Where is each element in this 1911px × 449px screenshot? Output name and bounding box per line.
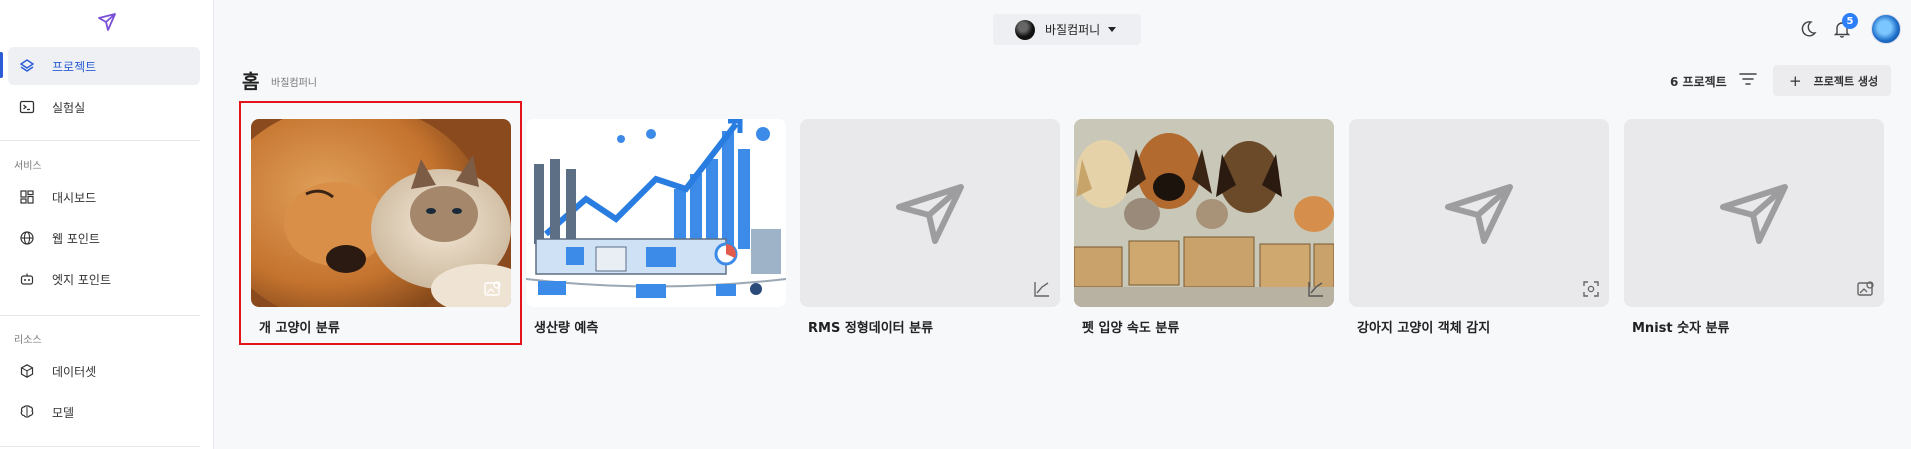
sidebar-item-label: 대시보드 <box>52 190 97 205</box>
page-title: 홈 <box>242 71 260 93</box>
sidebar-item-web-point[interactable]: 웹 포인트 <box>8 219 200 257</box>
project-title: 강아지 고양이 객체 감지 <box>1357 321 1491 336</box>
sidebar-item-dashboard[interactable]: 대시보드 <box>8 178 200 216</box>
pets-adoption-photo <box>1074 119 1334 307</box>
sidebar-item-dataset[interactable]: 데이터셋 <box>8 352 200 390</box>
project-card[interactable]: 생산량 예측 <box>526 119 786 336</box>
project-count: 6 프로젝트 <box>1670 75 1727 89</box>
workspace-avatar <box>1015 19 1035 40</box>
project-thumbnail[interactable] <box>1074 119 1334 307</box>
sidebar-item-label: 모델 <box>52 405 75 420</box>
project-card[interactable]: 강아지 고양이 객체 감지 <box>1349 119 1609 336</box>
object-detection-icon <box>1583 281 1599 297</box>
project-card[interactable]: Mnist 숫자 분류 <box>1624 119 1884 336</box>
create-project-label: 프로젝트 생성 <box>1813 74 1879 88</box>
plus-icon: + <box>1789 71 1802 90</box>
section-label-resources: 리소스 <box>14 335 42 346</box>
project-title: Mnist 숫자 분류 <box>1632 321 1730 336</box>
robot-icon <box>18 270 36 288</box>
terminal-icon <box>18 98 36 116</box>
sidebar-item-label: 데이터셋 <box>52 364 97 379</box>
page-subtitle: 바질컴퍼니 <box>271 78 317 89</box>
sidebar-divider <box>0 446 200 447</box>
section-label-services: 서비스 <box>14 161 42 172</box>
dashboard-icon <box>18 188 36 206</box>
create-project-button[interactable]: + 프로젝트 생성 <box>1773 65 1891 96</box>
sidebar-item-projects[interactable]: 프로젝트 <box>8 47 200 85</box>
sidebar-item-lab[interactable]: 실험실 <box>8 88 200 126</box>
selection-highlight <box>239 101 522 345</box>
sidebar-item-label: 웹 포인트 <box>52 231 100 246</box>
line-chart-icon <box>1308 282 1323 297</box>
project-thumbnail[interactable] <box>1349 119 1609 307</box>
project-card[interactable]: 펫 입양 속도 분류 <box>1074 119 1334 336</box>
globe-icon <box>18 229 36 247</box>
project-title: 생산량 예측 <box>534 321 599 336</box>
moon-icon[interactable] <box>1797 18 1819 40</box>
sidebar-divider <box>0 140 200 141</box>
workspace-selector[interactable]: 바질컴퍼니 <box>993 14 1141 45</box>
app-root: 프로젝트 실험실 서비스 대시보드 웹 포인트 엣지 포인트 리소스 데이터셋 … <box>0 0 1911 449</box>
paper-plane-icon <box>1445 184 1513 244</box>
project-title: RMS 정형데이터 분류 <box>808 321 934 336</box>
paper-plane-icon <box>1720 184 1788 244</box>
project-title: 펫 입양 속도 분류 <box>1082 321 1180 336</box>
active-indicator <box>0 52 3 78</box>
project-card[interactable]: RMS 정형데이터 분류 <box>800 119 1060 336</box>
project-thumbnail[interactable] <box>800 119 1060 307</box>
factory-chart-illustration <box>526 119 786 307</box>
project-thumbnail[interactable] <box>526 119 786 307</box>
brain-icon <box>18 403 36 421</box>
cube-icon <box>18 362 36 380</box>
sidebar-item-label: 엣지 포인트 <box>52 272 112 287</box>
filter-icon[interactable] <box>1738 70 1758 88</box>
paper-plane-icon <box>896 184 964 244</box>
notification-badge: 5 <box>1842 13 1858 29</box>
sidebar-item-edge-point[interactable]: 엣지 포인트 <box>8 260 200 298</box>
image-classification-icon <box>1857 281 1874 296</box>
layers-icon <box>18 57 36 75</box>
sidebar: 프로젝트 실험실 서비스 대시보드 웹 포인트 엣지 포인트 리소스 데이터셋 … <box>0 0 214 449</box>
caret-down-icon <box>1108 27 1117 32</box>
workspace-name: 바질컴퍼니 <box>1045 23 1101 37</box>
sidebar-item-label: 프로젝트 <box>52 59 97 74</box>
line-chart-icon <box>1034 282 1049 297</box>
logo-icon[interactable] <box>96 12 118 32</box>
sidebar-item-label: 실험실 <box>52 100 86 115</box>
sidebar-divider <box>0 315 200 316</box>
sidebar-item-model[interactable]: 모델 <box>8 393 200 431</box>
project-thumbnail[interactable] <box>1624 119 1884 307</box>
user-avatar[interactable] <box>1871 14 1901 44</box>
